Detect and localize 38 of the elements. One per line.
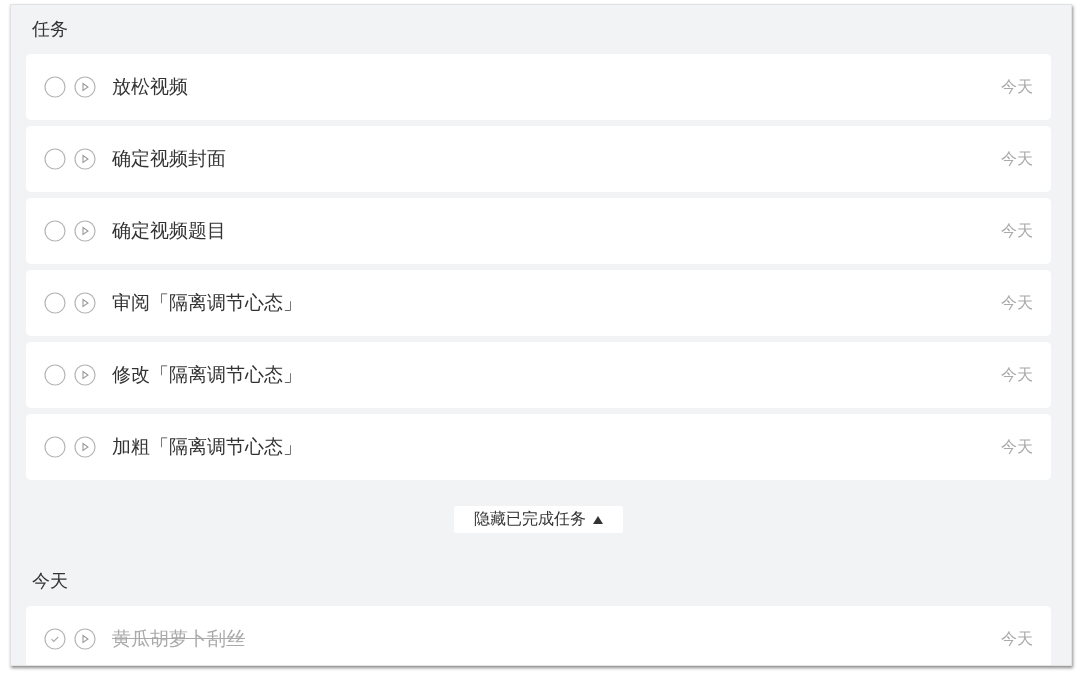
task-date: 今天 [1001, 292, 1033, 314]
task-row[interactable]: 放松视频 今天 [26, 54, 1051, 120]
task-date: 今天 [1001, 436, 1033, 458]
task-row[interactable]: 修改「隔离调节心态」 今天 [26, 342, 1051, 408]
task-row[interactable]: 确定视频封面 今天 [26, 126, 1051, 192]
checked-circle-icon[interactable] [44, 628, 66, 650]
checkbox-circle-icon[interactable] [44, 76, 66, 98]
checkbox-circle-icon[interactable] [44, 364, 66, 386]
play-icon[interactable] [74, 220, 96, 242]
hide-completed-button[interactable]: 隐藏已完成任务 [454, 506, 623, 533]
task-date: 今天 [1001, 364, 1033, 386]
task-date: 今天 [1001, 628, 1033, 650]
task-row[interactable]: 加粗「隔离调节心态」 今天 [26, 414, 1051, 480]
checkbox-circle-icon[interactable] [44, 292, 66, 314]
task-title: 确定视频封面 [112, 146, 227, 171]
task-title: 加粗「隔离调节心态」 [112, 434, 303, 459]
task-title: 确定视频题目 [112, 218, 227, 243]
task-row[interactable]: 审阅「隔离调节心态」 今天 [26, 270, 1051, 336]
play-icon[interactable] [74, 76, 96, 98]
play-icon[interactable] [74, 148, 96, 170]
task-title: 修改「隔离调节心态」 [112, 362, 303, 387]
task-title: 审阅「隔离调节心态」 [112, 290, 303, 315]
task-title: 放松视频 [112, 74, 189, 99]
task-title: 黄瓜胡萝卜刮丝 [112, 626, 246, 651]
task-date: 今天 [1001, 220, 1033, 242]
checkbox-circle-icon[interactable] [44, 436, 66, 458]
task-date: 今天 [1001, 76, 1033, 98]
checkbox-circle-icon[interactable] [44, 220, 66, 242]
triangle-icon [593, 515, 603, 524]
checkbox-circle-icon[interactable] [44, 148, 66, 170]
play-icon[interactable] [74, 436, 96, 458]
task-date: 今天 [1001, 148, 1033, 170]
section-heading: 今天 [31, 569, 69, 593]
task-row[interactable]: 确定视频题目 今天 [26, 198, 1051, 264]
play-icon[interactable] [74, 292, 96, 314]
section-heading: 任务 [31, 17, 69, 41]
play-icon[interactable] [74, 364, 96, 386]
play-icon[interactable] [74, 628, 96, 650]
